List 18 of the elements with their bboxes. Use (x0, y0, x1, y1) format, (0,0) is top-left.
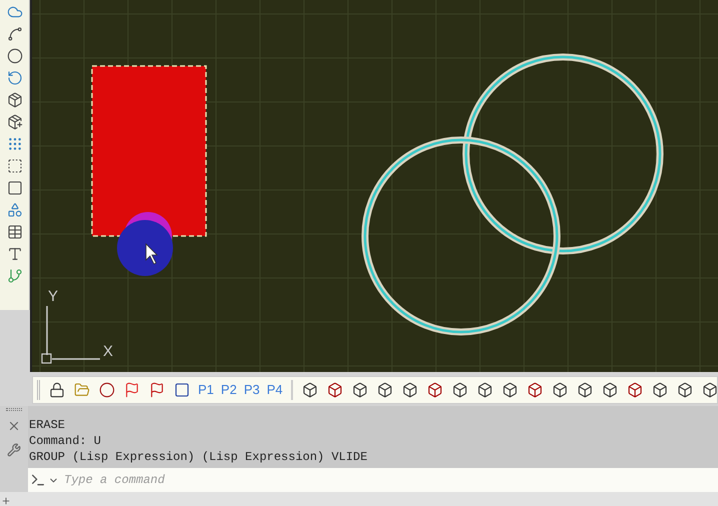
plus-icon (1, 496, 11, 506)
x-axis-label: X (103, 343, 114, 360)
cursor-icon (146, 243, 158, 265)
command-history-line: Command: U (29, 433, 102, 449)
command-history-line: ERASE (29, 417, 66, 433)
layout-button[interactable]: P1 (195, 379, 217, 401)
layout-button[interactable]: P4 (264, 379, 286, 401)
y-axis-label: Y (48, 288, 58, 305)
terminal-icon (30, 472, 46, 488)
settings-icon[interactable] (7, 443, 21, 457)
command-history-line: GROUP (Lisp Expression) (Lisp Expression) VLIDE (29, 449, 368, 465)
command-field[interactable]: Type a command (28, 468, 718, 492)
circle-shape (117, 220, 173, 276)
layout-button[interactable]: P3 (240, 379, 263, 401)
layout-button[interactable]: P2 (218, 379, 240, 401)
command-input[interactable]: Type a command (64, 471, 718, 489)
ucs-axes-drawing (41, 306, 100, 364)
close-icon[interactable] (7, 419, 21, 433)
